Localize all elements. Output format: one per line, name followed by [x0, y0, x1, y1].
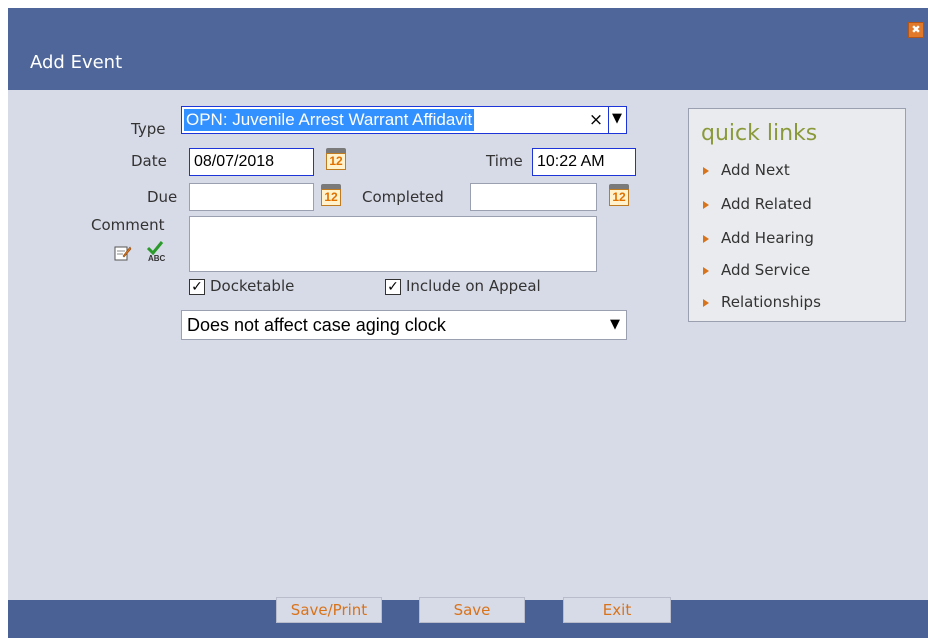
spellcheck-text: ABC [148, 254, 166, 263]
calendar-day: 12 [326, 153, 346, 170]
arrow-bullet-icon [703, 298, 709, 307]
due-field[interactable] [189, 183, 314, 211]
due-label: Due [147, 188, 178, 206]
arrow-bullet-icon [703, 166, 709, 175]
type-select[interactable]: OPN: Juvenile Arrest Warrant Affidavit ×… [181, 106, 627, 134]
docketable-label: Docketable [210, 277, 295, 295]
clear-icon[interactable]: × [586, 109, 606, 131]
calendar-icon[interactable]: 12 [320, 184, 342, 206]
quick-link-add-hearing[interactable]: Add Hearing [703, 229, 814, 247]
type-label: Type [131, 120, 166, 138]
arrow-bullet-icon [703, 200, 709, 209]
quick-link-label: Add Hearing [721, 229, 814, 247]
calendar-icon[interactable]: 12 [608, 184, 630, 206]
quick-link-label: Add Service [721, 261, 811, 279]
dropdown-arrow-icon[interactable]: ▼ [610, 317, 620, 332]
arrow-bullet-icon [703, 266, 709, 275]
case-aging-select[interactable]: Does not affect case aging clock ▼ [181, 310, 627, 340]
comment-field[interactable] [189, 216, 597, 272]
include-on-appeal-label: Include on Appeal [406, 277, 541, 295]
save-print-button[interactable]: Save/Print [276, 597, 382, 623]
quick-link-label: Add Related [721, 195, 812, 213]
time-label: Time [486, 152, 523, 170]
dropdown-arrow-icon[interactable]: ▼ [610, 111, 624, 126]
type-value: OPN: Juvenile Arrest Warrant Affidavit [184, 109, 475, 131]
spellcheck-icon[interactable]: ABC [144, 240, 170, 264]
exit-button[interactable]: Exit [563, 597, 671, 623]
window-top-edge [0, 0, 928, 8]
dialog-title: Add Event [30, 52, 123, 73]
quick-link-label: Add Next [721, 161, 790, 179]
calendar-icon[interactable]: 12 [325, 148, 347, 170]
arrow-bullet-icon [703, 234, 709, 243]
time-field[interactable]: 10:22 AM [532, 148, 636, 176]
type-divider [608, 107, 609, 133]
calendar-day: 12 [321, 189, 341, 206]
completed-label: Completed [362, 188, 444, 206]
case-aging-value: Does not affect case aging clock [187, 315, 446, 335]
quick-link-add-service[interactable]: Add Service [703, 261, 810, 279]
quick-link-label: Relationships [721, 293, 821, 311]
comment-label: Comment [91, 216, 165, 234]
include-on-appeal-checkbox[interactable]: ✓ [385, 279, 401, 295]
save-button[interactable]: Save [419, 597, 525, 623]
close-icon[interactable]: ✖ [908, 22, 924, 38]
dialog-header: Add Event ✖ [8, 8, 928, 90]
quick-link-relationships[interactable]: Relationships [703, 293, 821, 311]
calendar-day: 12 [609, 189, 629, 206]
quick-links-panel: quick links Add Next Add Related Add Hea… [688, 108, 906, 322]
docketable-checkbox[interactable]: ✓ [189, 279, 205, 295]
date-field[interactable]: 08/07/2018 [189, 148, 314, 176]
quick-link-add-related[interactable]: Add Related [703, 195, 812, 213]
completed-field[interactable] [470, 183, 597, 211]
date-label: Date [131, 152, 167, 170]
quick-links-title: quick links [701, 121, 818, 146]
edit-comment-icon[interactable] [114, 244, 132, 262]
quick-link-add-next[interactable]: Add Next [703, 161, 790, 179]
